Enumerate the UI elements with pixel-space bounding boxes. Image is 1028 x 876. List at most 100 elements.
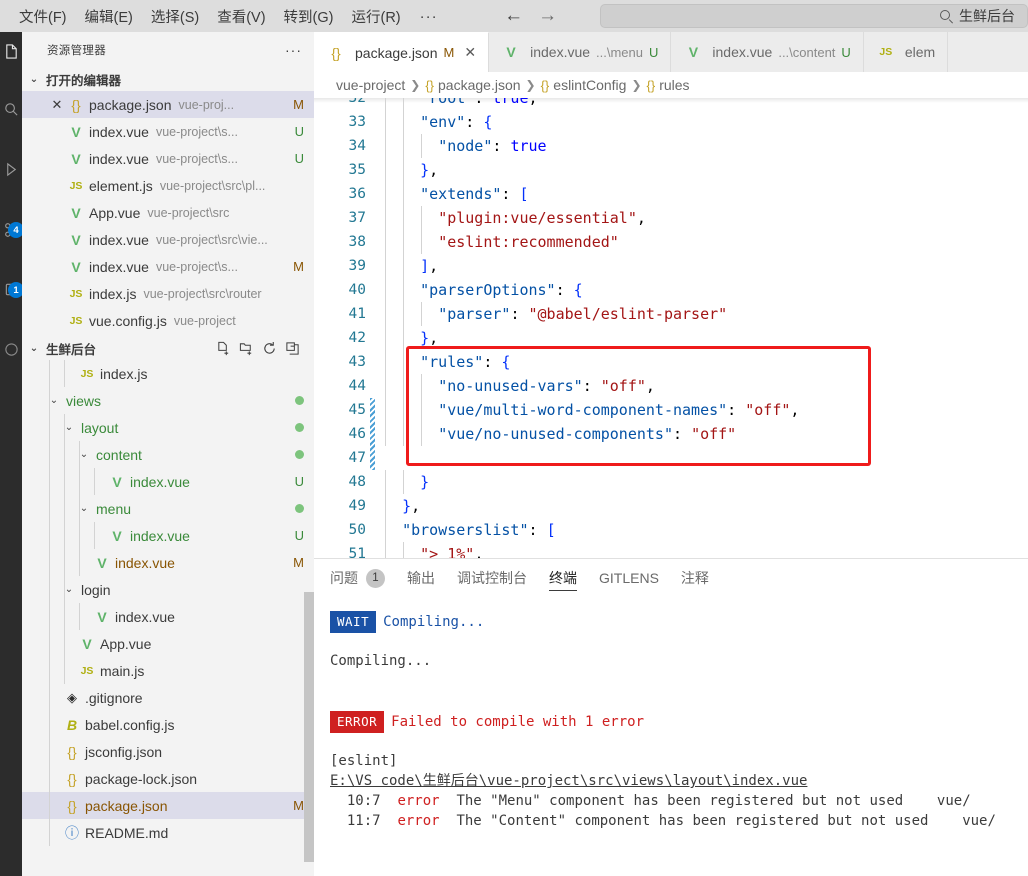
- tree-file[interactable]: JS index.js: [22, 360, 314, 387]
- tree-file[interactable]: Vindex.vue: [22, 603, 314, 630]
- open-editors-header[interactable]: ⌄ 打开的编辑器: [22, 67, 314, 91]
- line-number: 41: [348, 306, 366, 322]
- menu-more-icon[interactable]: ···: [410, 6, 448, 27]
- tree-file[interactable]: Bbabel.config.js: [22, 711, 314, 738]
- arrow-left-icon[interactable]: ←: [504, 5, 524, 27]
- close-icon[interactable]: ✕: [464, 44, 476, 61]
- open-editor-item[interactable]: Vindex.vue vue-project\s... U: [22, 145, 314, 172]
- menu-edit[interactable]: 编辑(E): [76, 2, 142, 31]
- code-line[interactable]: 33 "env": {: [314, 110, 1028, 134]
- close-icon[interactable]: ✕: [48, 97, 66, 113]
- json-symbol-icon: {}: [646, 77, 656, 93]
- open-editor-item[interactable]: JS element.js vue-project\src\pl...: [22, 172, 314, 199]
- code-line[interactable]: 43 "rules": {: [314, 350, 1028, 374]
- breadcrumb-item[interactable]: {} package.json: [425, 77, 520, 93]
- code-line[interactable]: 38 "eslint:recommended": [314, 230, 1028, 254]
- new-folder-icon[interactable]: [239, 341, 254, 356]
- tree-file[interactable]: {} jsconfig.json: [22, 738, 314, 765]
- code-line[interactable]: 48 }: [314, 470, 1028, 494]
- code-line[interactable]: 44 "no-unused-vars": "off",: [314, 374, 1028, 398]
- collapse-all-icon[interactable]: [285, 341, 300, 356]
- menu-run[interactable]: 运行(R): [342, 2, 409, 31]
- code-line[interactable]: 51 "> 1%",: [314, 542, 1028, 558]
- panel-tab-0[interactable]: 问题 1: [330, 559, 385, 597]
- tree-file[interactable]: Vindex.vue U: [22, 468, 314, 495]
- tree-file[interactable]: ⓘ README.md: [22, 819, 314, 846]
- open-editor-item[interactable]: Vindex.vue vue-project\s... U: [22, 118, 314, 145]
- menu-file[interactable]: 文件(F): [10, 2, 76, 31]
- editor-tab[interactable]: {} package.json M ✕: [314, 32, 490, 72]
- line-number: 51: [348, 546, 366, 558]
- tree-file[interactable]: V App.vue: [22, 630, 314, 657]
- editor-tab[interactable]: Vindex.vue ...\content U: [671, 32, 864, 72]
- tree-folder[interactable]: ⌄ login: [22, 576, 314, 603]
- open-editor-path: vue-project\src: [147, 205, 230, 220]
- tree-item-label: package.json: [85, 797, 168, 814]
- command-center[interactable]: 生鲜后台: [600, 4, 1028, 28]
- code-line[interactable]: 49 },: [314, 494, 1028, 518]
- tree-file[interactable]: Vindex.vue M: [22, 549, 314, 576]
- remote-icon[interactable]: [0, 330, 22, 368]
- tree-indent-guide: [64, 495, 65, 522]
- project-section-header[interactable]: ⌄ 生鲜后台: [22, 336, 314, 360]
- tree-folder[interactable]: ⌄ menu: [22, 495, 314, 522]
- breadcrumb-item[interactable]: {} eslintConfig: [541, 77, 627, 93]
- menu-view[interactable]: 查看(V): [208, 2, 274, 31]
- tree-file[interactable]: JS main.js: [22, 657, 314, 684]
- open-editor-item[interactable]: ✕ {} package.json vue-proj... M: [22, 91, 314, 118]
- tree-folder[interactable]: ⌄ content: [22, 441, 314, 468]
- sidebar-scrollbar[interactable]: [304, 592, 314, 862]
- new-file-icon[interactable]: [216, 341, 231, 356]
- editor-tab[interactable]: Vindex.vue ...\menu U: [489, 32, 672, 72]
- breadcrumb-item[interactable]: vue-project: [336, 77, 405, 93]
- tree-indent-guide: [49, 549, 50, 576]
- panel-tab-4[interactable]: GITLENS: [599, 559, 659, 597]
- arrow-right-icon[interactable]: →: [538, 5, 558, 27]
- code-line[interactable]: 32 "root": true,: [314, 98, 1028, 110]
- terminal-output[interactable]: WAIT Compiling... Compiling... ERROR Faile…: [314, 597, 1028, 876]
- explorer-icon[interactable]: [0, 32, 22, 70]
- code-line[interactable]: 50 "browserslist": [: [314, 518, 1028, 542]
- open-editor-item[interactable]: Vindex.vue vue-project\src\vie...: [22, 226, 314, 253]
- menu-go[interactable]: 转到(G): [275, 2, 343, 31]
- open-editor-item[interactable]: V App.vue vue-project\src: [22, 199, 314, 226]
- line-number: 38: [348, 234, 366, 250]
- terminal-file-link[interactable]: E:\VS code\生鲜后台\vue-project\src\views\la…: [330, 773, 807, 789]
- tree-file[interactable]: ◈ .gitignore: [22, 684, 314, 711]
- line-number: 49: [348, 498, 366, 514]
- code-line[interactable]: 37 "plugin:vue/essential",: [314, 206, 1028, 230]
- menu-selection[interactable]: 选择(S): [142, 2, 208, 31]
- code-line[interactable]: 47: [314, 446, 1028, 470]
- tree-file[interactable]: {} package-lock.json: [22, 765, 314, 792]
- code-line[interactable]: 41 "parser": "@babel/eslint-parser": [314, 302, 1028, 326]
- breadcrumb-item[interactable]: {} rules: [647, 77, 690, 93]
- tree-folder[interactable]: ⌄ views: [22, 387, 314, 414]
- js-file-icon: JS: [69, 287, 83, 300]
- code-line[interactable]: 36 "extends": [: [314, 182, 1028, 206]
- tree-file[interactable]: {} package.json M: [22, 792, 314, 819]
- code-line[interactable]: 45 "vue/multi-word-component-names": "of…: [314, 398, 1028, 422]
- panel-tab-1[interactable]: 输出: [407, 559, 435, 597]
- sidebar-more-icon[interactable]: ···: [285, 42, 302, 58]
- refresh-icon[interactable]: [262, 341, 277, 356]
- terminal-line: [eslint]: [330, 751, 1028, 771]
- code-line[interactable]: 35 },: [314, 158, 1028, 182]
- panel-tab-5[interactable]: 注释: [681, 559, 709, 597]
- panel-tab-label: 问题: [330, 570, 358, 586]
- panel-tab-3[interactable]: 终端: [549, 559, 577, 597]
- editor-tab[interactable]: JS elem: [863, 32, 949, 72]
- code-editor[interactable]: 32 "root": true, 33 "env": {34 "node": tr…: [314, 98, 1028, 558]
- code-line[interactable]: 39 ],: [314, 254, 1028, 278]
- panel-tab-2[interactable]: 调试控制台: [457, 559, 527, 597]
- tree-folder[interactable]: ⌄ layout: [22, 414, 314, 441]
- tree-file[interactable]: Vindex.vue U: [22, 522, 314, 549]
- run-debug-icon[interactable]: [0, 150, 22, 188]
- code-line[interactable]: 40 "parserOptions": {: [314, 278, 1028, 302]
- code-line[interactable]: 42 },: [314, 326, 1028, 350]
- search-icon[interactable]: [0, 90, 22, 128]
- open-editor-item[interactable]: JS index.js vue-project\src\router: [22, 280, 314, 307]
- code-line[interactable]: 34 "node": true: [314, 134, 1028, 158]
- open-editor-item[interactable]: JS vue.config.js vue-project: [22, 307, 314, 334]
- code-line[interactable]: 46 "vue/no-unused-components": "off": [314, 422, 1028, 446]
- open-editor-item[interactable]: Vindex.vue vue-project\s... M: [22, 253, 314, 280]
